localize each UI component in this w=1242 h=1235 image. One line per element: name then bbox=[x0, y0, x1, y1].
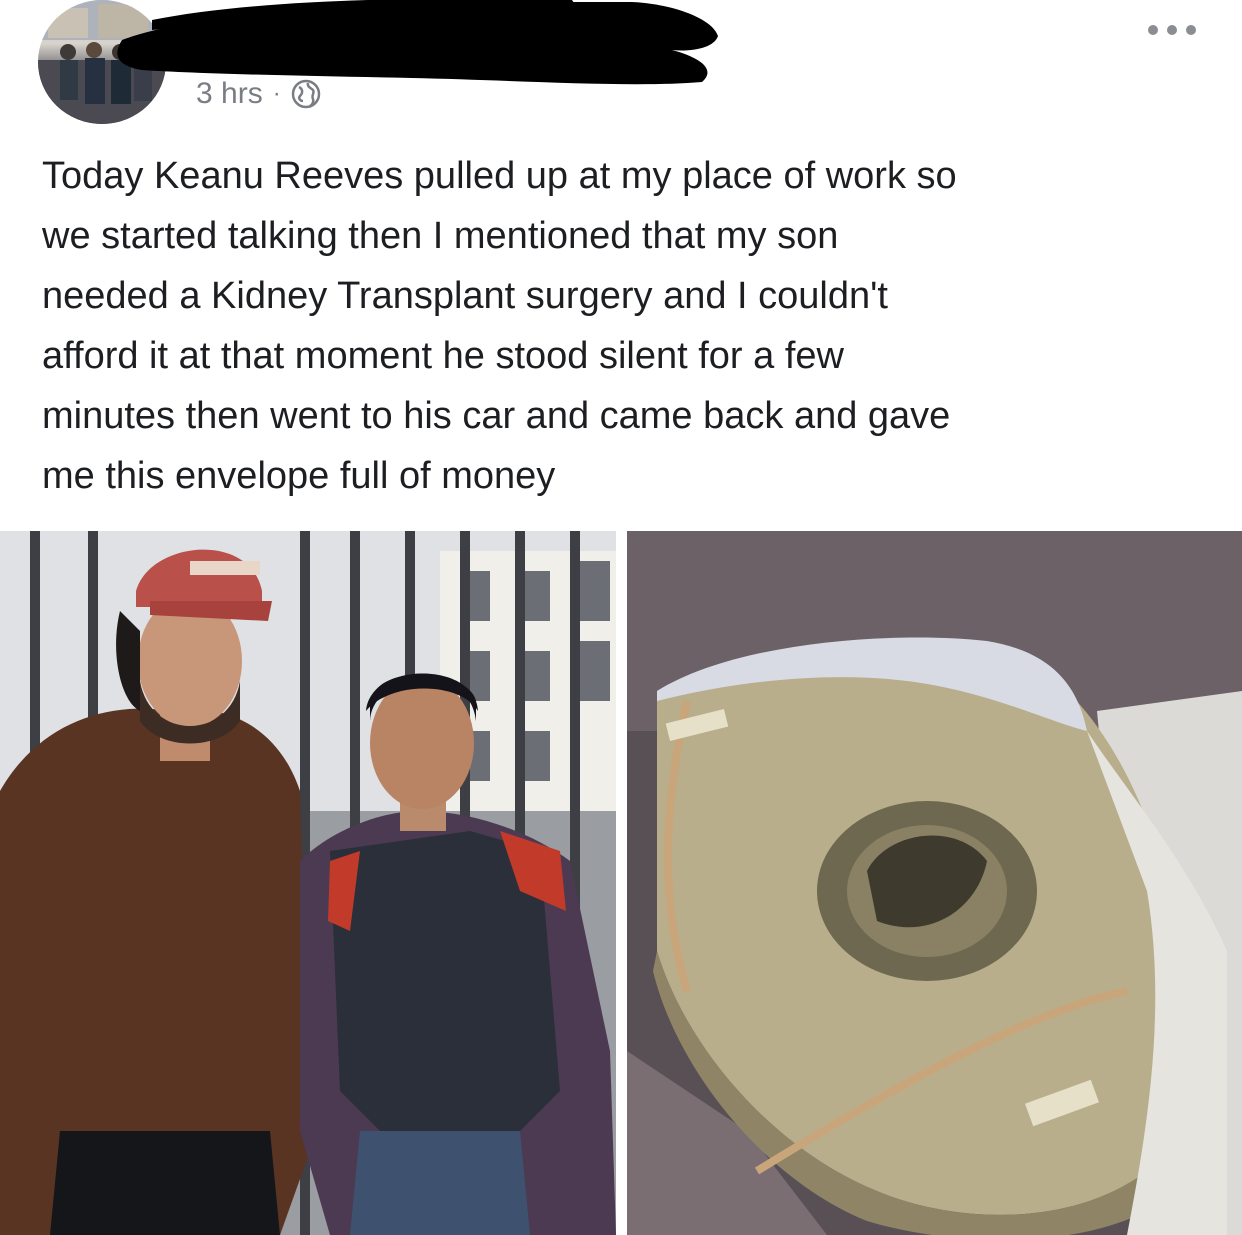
more-options-icon[interactable] bbox=[1148, 18, 1196, 42]
meta-separator: · bbox=[272, 80, 281, 107]
globe-icon[interactable] bbox=[291, 79, 321, 109]
post-timestamp[interactable]: 3 hrs bbox=[196, 77, 263, 111]
more-dot bbox=[1186, 25, 1196, 35]
two-men-photo[interactable] bbox=[0, 531, 616, 1235]
post-text: Today Keanu Reeves pulled up at my place… bbox=[42, 155, 957, 497]
facebook-post: 3 hrs · Today Keanu Reeves pulled up at … bbox=[0, 0, 1242, 1235]
more-dot bbox=[1167, 25, 1177, 35]
post-meta: 3 hrs · bbox=[196, 74, 321, 114]
more-dot bbox=[1148, 25, 1158, 35]
money-envelope-photo[interactable] bbox=[627, 531, 1242, 1235]
